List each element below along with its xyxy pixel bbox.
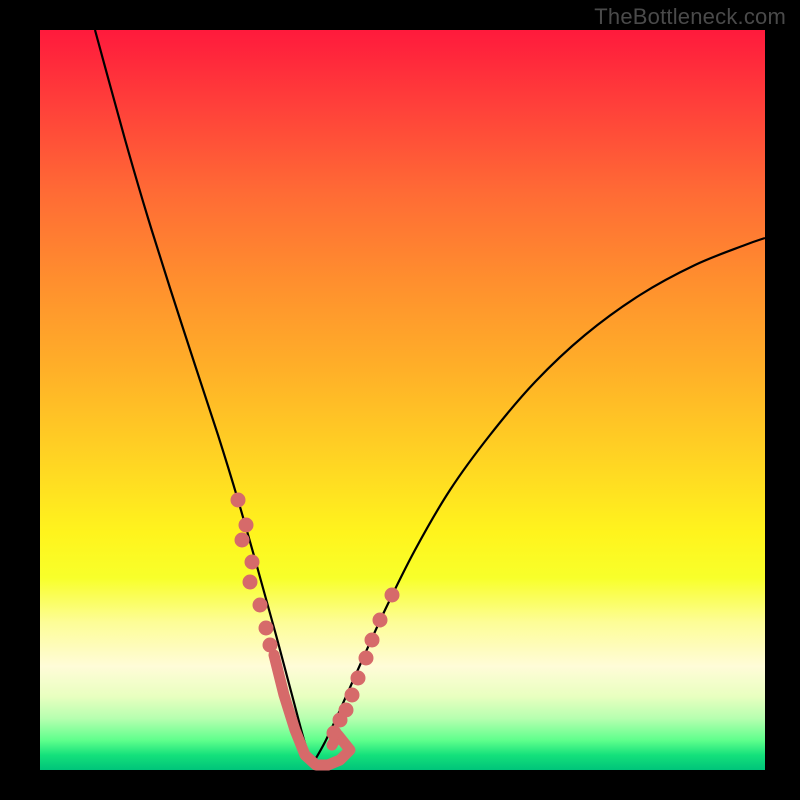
chart-frame: TheBottleneck.com [0, 0, 800, 800]
dots-left [231, 493, 277, 652]
data-dot [351, 671, 365, 685]
data-dot [245, 555, 259, 569]
data-dot [345, 688, 359, 702]
data-dot [333, 713, 347, 727]
data-dot [239, 518, 253, 532]
data-dot [253, 598, 267, 612]
data-dot [259, 621, 273, 635]
data-dot [373, 613, 387, 627]
data-dot [263, 638, 277, 652]
data-dot [385, 588, 399, 602]
data-dot [365, 633, 379, 647]
dots-right [327, 588, 399, 740]
plot-area [40, 30, 765, 770]
data-dot [231, 493, 245, 507]
data-dot [235, 533, 249, 547]
right-curve [312, 238, 765, 765]
chart-svg [40, 30, 765, 770]
data-dot [327, 726, 341, 740]
data-dot [359, 651, 373, 665]
data-dot [243, 575, 257, 589]
watermark-text: TheBottleneck.com [594, 4, 786, 30]
